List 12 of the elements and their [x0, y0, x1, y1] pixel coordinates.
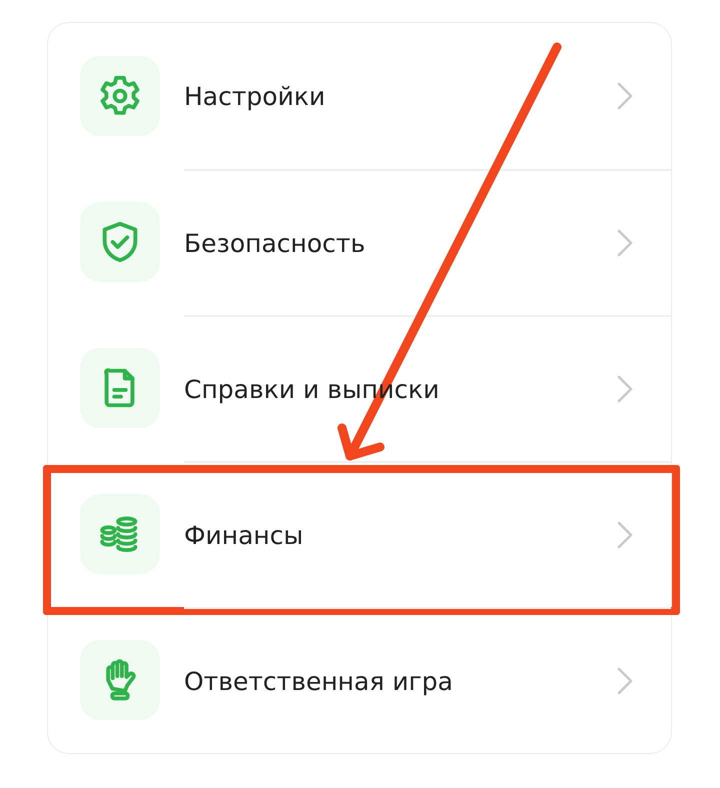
menu-row[interactable]: Ответственная игра — [48, 607, 671, 753]
chevron-right-icon — [615, 227, 635, 259]
menu-item-label: Финансы — [184, 520, 304, 550]
menu-item-label: Безопасность — [184, 228, 366, 258]
menu-row[interactable]: Настройки — [48, 23, 671, 169]
menu-item-label: Настройки — [184, 82, 326, 110]
chevron-right-icon — [615, 373, 635, 405]
menu-row[interactable]: Безопасность — [48, 169, 671, 315]
chevron-right-icon — [615, 665, 635, 697]
chevron-right-icon — [615, 80, 635, 112]
menu-item-label: Ответственная игра — [184, 666, 454, 696]
chevron-right-icon — [615, 519, 635, 551]
